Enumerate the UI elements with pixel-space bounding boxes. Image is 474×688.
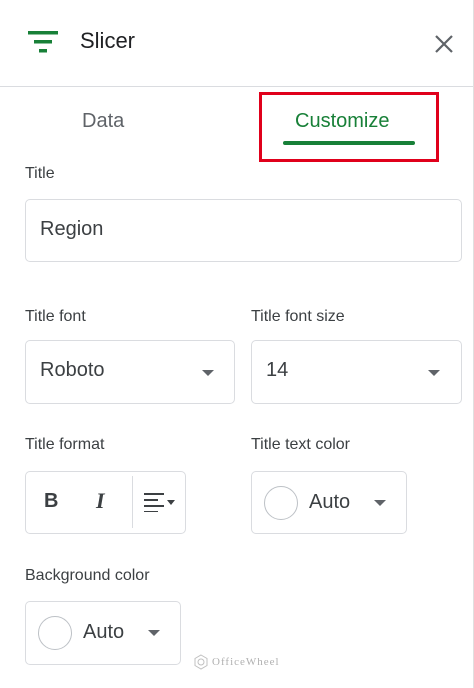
panel-title: Slicer	[80, 28, 136, 53]
chevron-down-icon	[374, 500, 386, 506]
title-input[interactable]: Region	[25, 199, 462, 262]
title-font-size-label: Title font size	[251, 308, 345, 325]
chevron-down-icon	[202, 370, 214, 376]
background-color-picker[interactable]: Auto	[25, 601, 181, 665]
title-label: Title	[25, 165, 55, 182]
title-font-label: Title font	[25, 308, 86, 325]
chevron-down-icon	[428, 370, 440, 376]
chevron-down-icon	[148, 630, 160, 636]
slicer-panel: Slicer Data Customize Title Region Title…	[0, 0, 474, 688]
bold-button[interactable]: B	[44, 490, 58, 513]
title-font-size-dropdown[interactable]: 14	[251, 340, 462, 404]
title-format-label: Title format	[25, 436, 105, 453]
filter-icon	[28, 31, 58, 53]
annotation-highlight-box	[259, 92, 439, 162]
italic-button[interactable]: I	[96, 488, 105, 514]
color-swatch	[264, 486, 298, 520]
background-color-value: Auto	[83, 621, 125, 643]
align-left-icon[interactable]	[144, 492, 178, 512]
background-color-label: Background color	[25, 567, 150, 584]
title-text-color-value: Auto	[309, 491, 351, 513]
color-swatch	[38, 616, 72, 650]
format-divider	[132, 476, 133, 528]
tab-data[interactable]: Data	[82, 110, 124, 133]
title-font-dropdown[interactable]: Roboto	[25, 340, 235, 404]
title-format-group: B I	[25, 471, 186, 534]
title-input-value: Region	[40, 218, 104, 240]
panel-header: Slicer	[0, 0, 473, 87]
close-icon[interactable]	[432, 32, 456, 56]
title-text-color-label: Title text color	[251, 436, 350, 453]
title-font-size-value: 14	[266, 359, 289, 381]
title-text-color-picker[interactable]: Auto	[251, 471, 407, 534]
watermark-text: OfficeWheel	[212, 656, 280, 668]
watermark-logo-icon	[194, 654, 208, 670]
title-font-value: Roboto	[40, 359, 105, 381]
